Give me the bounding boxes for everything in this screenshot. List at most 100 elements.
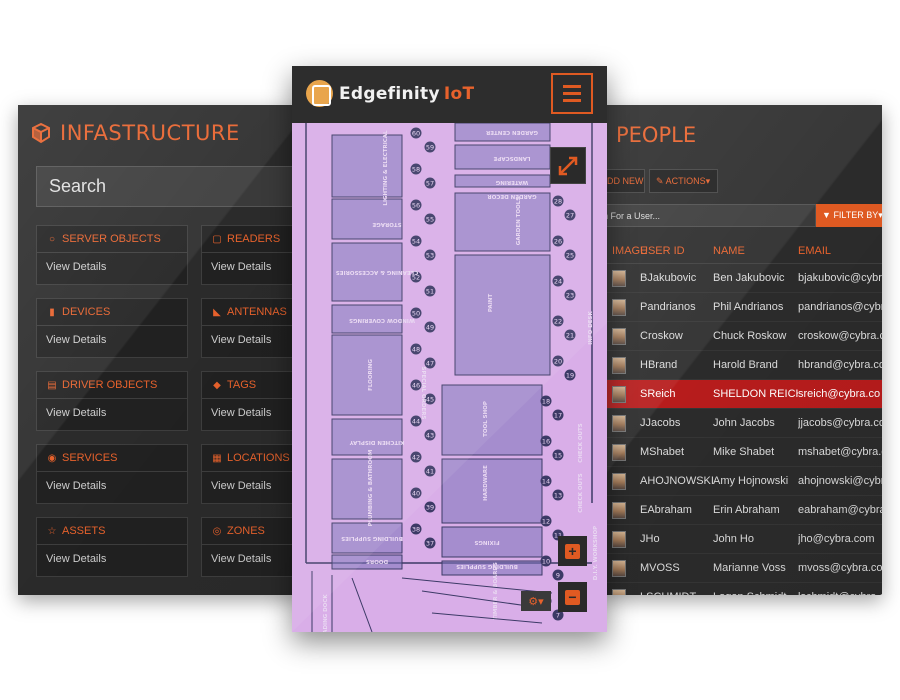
brand-logo[interactable]: Edgefinity IoT [306,80,474,107]
column-header[interactable]: NAME [713,245,798,257]
table-row[interactable]: AHOJNOWSKI Amy Hojnowski ahojnowski@cybr [600,467,882,496]
infrastructure-header: INFASTRUCTURE [30,121,240,145]
view-details-link[interactable]: View Details [211,261,271,273]
tile-header: ◣ ANTENNAS [202,299,300,326]
hamburger-menu-button[interactable] [551,73,593,114]
department-label: FIXINGS [474,539,499,545]
zoom-in-button[interactable]: + [558,536,587,566]
column-header[interactable]: EMAIL [798,245,882,257]
tile-server-objects[interactable]: ○ SERVER OBJECTS View Details [36,225,188,285]
table-row[interactable]: Croskow Chuck Roskow croskow@cybra.c [600,322,882,351]
table-row[interactable]: MVOSS Marianne Voss mvoss@cybra.co [600,554,882,583]
tile-label: SERVER OBJECTS [62,233,161,245]
map-settings-button[interactable]: ⚙▾ [521,591,551,611]
filter-icon: ▼ [822,210,831,220]
map-icon: ▦ [212,452,222,464]
tile-devices[interactable]: ▮ DEVICES View Details [36,298,188,358]
tile-zones[interactable]: ◎ ZONES View Details [201,517,300,577]
dot-circle-icon: ◎ [212,525,222,537]
aisle-number: 18 [542,398,550,406]
expand-icon [558,156,578,176]
brand-name: Edgefinity IoT [339,84,474,104]
column-header[interactable]: USER ID [640,245,713,257]
user-email-cell: croskow@cybra.c [798,330,882,342]
department-label: CHECK OUTS [578,473,584,513]
tile-assets[interactable]: ☆ ASSETS View Details [36,517,188,577]
add-new-label: DD NEW [607,176,644,186]
mobile-app-frame: Edgefinity IoT 60 59 58 57 56 55 54 53 52 51 50 49 48… [292,66,607,632]
table-row[interactable]: MShabet Mike Shabet mshabet@cybra.c [600,438,882,467]
user-id-cell: JJacobs [640,417,681,429]
aisle-number: 37 [426,540,434,548]
avatar [612,298,626,316]
avatar [612,588,626,595]
search-input[interactable]: Search [36,166,300,207]
brand-text: Edgefinity [339,83,440,104]
avatar [612,443,626,461]
tile-header: ○ SERVER OBJECTS [37,226,187,253]
avatar [612,472,626,490]
table-row[interactable]: HBrand Harold Brand hbrand@cybra.co [600,351,882,380]
view-details-link[interactable]: View Details [211,480,271,492]
table-row[interactable]: BJakubovic Ben Jakubovic bjakubovic@cybra [600,264,882,293]
user-name-cell: Amy Hojnowski [713,475,789,487]
user-id-cell: HBrand [640,359,678,371]
table-row[interactable]: JHo John Ho jho@cybra.com [600,525,882,554]
infrastructure-panel: INFASTRUCTURE Search ○ SERVER OBJECTS View… [18,105,300,595]
user-id-cell: JHo [640,533,660,545]
wrench-icon: ✎ [656,176,664,186]
fullscreen-button[interactable] [550,147,586,184]
view-details-link[interactable]: View Details [211,334,271,346]
tile-antennas[interactable]: ◣ ANTENNAS View Details [201,298,300,358]
view-details-link[interactable]: View Details [46,334,106,346]
user-email-cell: jho@cybra.com [798,533,875,545]
tile-label: ZONES [227,525,265,537]
square-icon: ▢ [212,233,222,245]
user-id-cell: BJakubovic [640,272,697,284]
tile-readers[interactable]: ▢ READERS View Details [201,225,300,285]
aisle-number: 15 [554,452,562,460]
view-details-link[interactable]: View Details [46,480,106,492]
tile-services[interactable]: ◉ SERVICES View Details [36,444,188,504]
gear-icon: ⚙▾ [528,595,544,608]
aisle-number: 19 [566,372,574,380]
tile-label: DEVICES [62,306,111,318]
user-email-cell: jjacobs@cybra.co [798,417,882,429]
logo-icon [306,80,333,107]
actions-button[interactable]: ✎ ACTIONS▾ [649,169,718,193]
aisle-number: 13 [554,492,562,500]
view-details-link[interactable]: View Details [46,407,106,419]
tile-header: ☆ ASSETS [37,518,187,545]
view-details-link[interactable]: View Details [211,407,271,419]
table-row[interactable]: SReich SHELDON REICH sreich@cybra.co [600,380,882,409]
user-email-cell: mshabet@cybra.c [798,446,882,458]
aisle-number: 39 [426,504,434,512]
tile-header: ◎ ZONES [202,518,300,545]
aisle-number: 16 [542,438,550,446]
brand-suffix: IoT [443,83,475,104]
file-code-icon: ▤ [47,379,57,391]
tile-label: TAGS [227,379,257,391]
view-details-link[interactable]: View Details [46,261,106,273]
view-details-link[interactable]: View Details [211,553,271,565]
zoom-out-button[interactable]: − [558,582,587,612]
table-row[interactable]: JJacobs John Jacobs jjacobs@cybra.co [600,409,882,438]
people-title: PEOPLE [616,123,697,147]
filter-by-button[interactable]: ▼ FILTER BY▾ [816,204,882,227]
user-id-cell: EAbraham [640,504,692,516]
user-id-cell: Pandrianos [640,301,696,313]
tile-tags[interactable]: ◆ TAGS View Details [201,371,300,431]
table-row[interactable]: EAbraham Erin Abraham eabraham@cybra [600,496,882,525]
table-row[interactable]: Pandrianos Phil Andrianos pandrianos@cybra [600,293,882,322]
tile-locations[interactable]: ▦ LOCATIONS View Details [201,444,300,504]
user-search-input[interactable]: h For a User... [600,204,816,227]
user-email-cell: lschmidt@cybra.c [798,591,882,595]
app-header: Edgefinity IoT [292,66,607,123]
caret-down-icon: ▾ [878,210,882,220]
user-name-cell: Harold Brand [713,359,778,371]
tile-label: LOCATIONS [227,452,290,464]
tile-label: DRIVER OBJECTS [62,379,158,391]
table-row[interactable]: LSCHMIDTLogan Schmidtlschmidt@cybra.c [600,583,882,595]
view-details-link[interactable]: View Details [46,553,106,565]
tile-driver-objects[interactable]: ▤ DRIVER OBJECTS View Details [36,371,188,431]
